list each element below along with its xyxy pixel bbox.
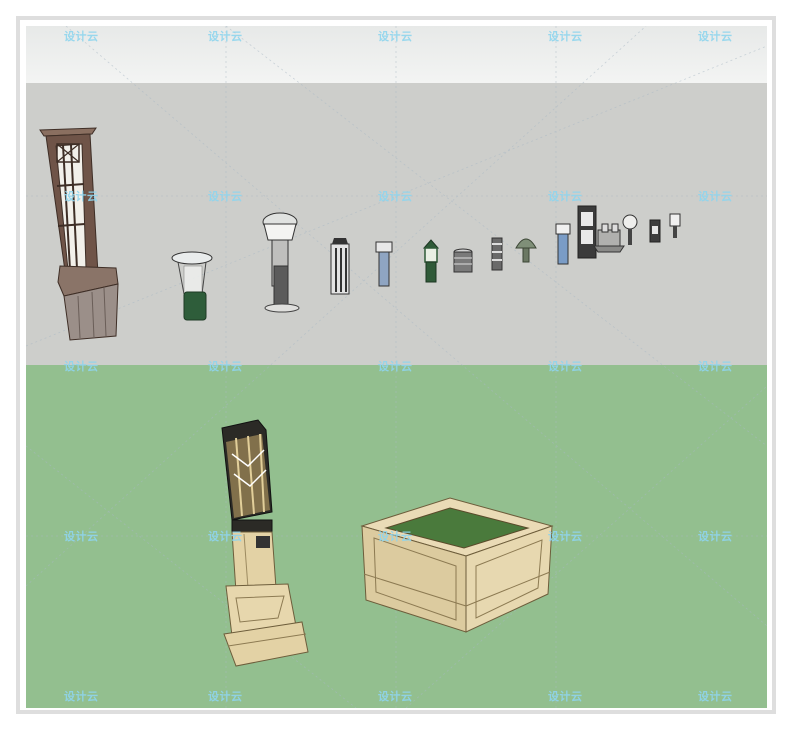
- 3d-model-viewport[interactable]: [26, 26, 767, 708]
- frame-top-edge: [16, 16, 776, 20]
- frame-bottom-edge: [16, 710, 776, 714]
- slatted-bollard-lamp[interactable]: [330, 238, 350, 295]
- drum-lamp[interactable]: [453, 248, 473, 273]
- scene-models: [26, 26, 767, 708]
- blue-post-lamp[interactable]: [555, 223, 571, 265]
- blue-slim-bollard-lamp[interactable]: [375, 241, 393, 287]
- frame-right-edge: [772, 16, 776, 714]
- green-pagoda-lamp[interactable]: [422, 239, 440, 283]
- pavilion-lamp-group[interactable]: [593, 223, 625, 253]
- square-column-lamp[interactable]: [577, 205, 597, 259]
- small-post-lamp[interactable]: [669, 213, 681, 238]
- green-canopy-bollard-lamp[interactable]: [171, 251, 213, 321]
- screenshot-frame: 设计云 设计云 设计云 设计云 设计云 设计云 设计云 设计云 设计云 设计云 …: [0, 0, 794, 731]
- frame-left-edge: [16, 16, 20, 714]
- small-cube-lamp[interactable]: [649, 219, 661, 243]
- globe-post-lamp[interactable]: [622, 214, 638, 245]
- mushroom-lamp[interactable]: [515, 238, 537, 263]
- art-deco-pillar-lamp[interactable]: [221, 419, 309, 667]
- square-planter-box[interactable]: [360, 497, 554, 633]
- striped-post-lamp[interactable]: [491, 237, 503, 271]
- tall-lattice-column-lamp[interactable]: [39, 127, 119, 341]
- gray-dome-bollard-lamp[interactable]: [262, 212, 300, 313]
